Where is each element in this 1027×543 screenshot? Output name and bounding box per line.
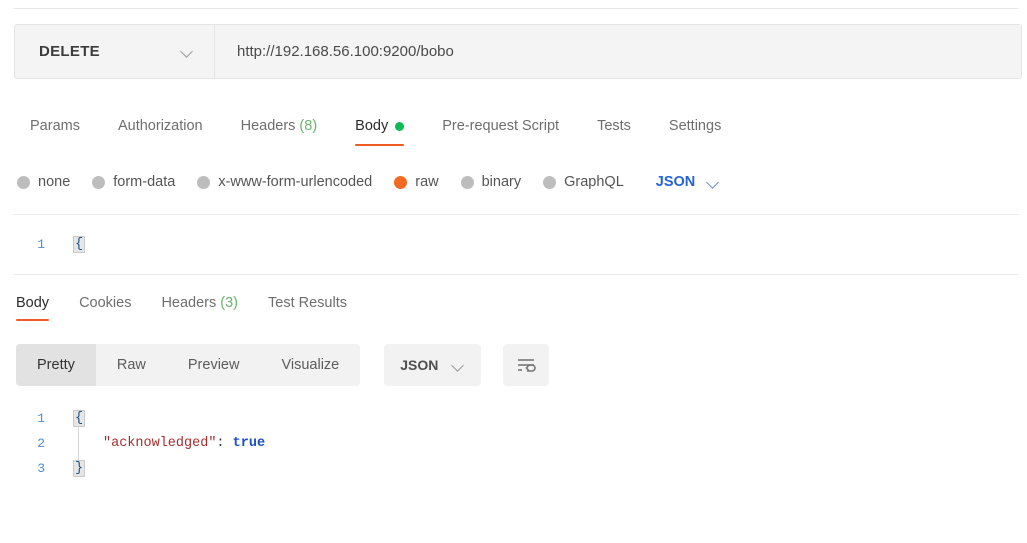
response-tab-body-label: Body bbox=[16, 295, 50, 311]
radio-icon bbox=[92, 175, 106, 189]
line-number: 2 bbox=[37, 436, 45, 451]
tab-authorization-label: Authorization bbox=[117, 118, 203, 134]
tab-headers[interactable]: Headers (8) bbox=[241, 104, 318, 148]
body-type-raw[interactable]: raw bbox=[394, 174, 439, 190]
view-mode-pretty[interactable]: Pretty bbox=[16, 344, 96, 386]
http-method-label: DELETE bbox=[39, 43, 100, 60]
tab-params[interactable]: Params bbox=[30, 104, 80, 148]
response-tab-test-results-label: Test Results bbox=[268, 295, 347, 311]
response-tab-headers[interactable]: Headers (3) bbox=[161, 283, 238, 323]
tab-authorization[interactable]: Authorization bbox=[118, 104, 203, 148]
request-tabs: Params Authorization Headers (8) Body Pr… bbox=[0, 104, 1027, 148]
word-wrap-icon bbox=[518, 359, 537, 372]
response-tab-body[interactable]: Body bbox=[16, 283, 50, 323]
view-mode-visualize-label: Visualize bbox=[281, 357, 340, 373]
tab-headers-label: Headers bbox=[240, 118, 296, 134]
response-body-viewer[interactable]: 1 { 2 "acknowledged": true 3 } bbox=[13, 406, 1019, 481]
view-mode-raw[interactable]: Raw bbox=[96, 344, 167, 386]
chevron-down-icon bbox=[452, 359, 465, 372]
request-url-bar: DELETE http://192.168.56.100:9200/bobo bbox=[14, 24, 1022, 79]
tab-settings-label: Settings bbox=[668, 118, 722, 134]
response-tab-cookies-label: Cookies bbox=[79, 295, 132, 311]
tab-params-label: Params bbox=[30, 118, 80, 134]
request-body-editor[interactable]: 1 { bbox=[13, 228, 1019, 260]
response-tab-headers-label: Headers bbox=[161, 295, 217, 311]
word-wrap-toggle[interactable] bbox=[503, 344, 550, 386]
body-type-none-label: none bbox=[38, 174, 71, 190]
body-type-form-data-label: form-data bbox=[113, 174, 176, 190]
view-mode-visualize[interactable]: Visualize bbox=[260, 344, 360, 386]
body-type-graphql-label: GraphQL bbox=[564, 174, 624, 190]
view-mode-raw-label: Raw bbox=[116, 357, 146, 373]
active-tab-underline bbox=[16, 318, 50, 321]
editor-top-divider bbox=[13, 214, 1019, 215]
response-tabs: Body Cookies Headers (3) Test Results bbox=[0, 283, 1027, 323]
body-type-graphql[interactable]: GraphQL bbox=[543, 174, 624, 190]
chevron-down-icon bbox=[181, 45, 194, 58]
tab-settings[interactable]: Settings bbox=[669, 104, 721, 148]
tab-headers-count: (8) bbox=[299, 118, 318, 134]
http-method-select[interactable]: DELETE bbox=[15, 25, 215, 78]
request-open-brace: { bbox=[73, 235, 86, 253]
body-type-binary[interactable]: binary bbox=[460, 174, 522, 190]
response-toolbar: Pretty Raw Preview Visualize JSON bbox=[16, 344, 550, 386]
response-code-line: 2 "acknowledged": true bbox=[13, 431, 1019, 456]
tab-body-label: Body bbox=[355, 118, 389, 134]
response-view-mode-group: Pretty Raw Preview Visualize bbox=[16, 344, 361, 386]
url-text: http://192.168.56.100:9200/bobo bbox=[237, 43, 454, 60]
response-tab-cookies[interactable]: Cookies bbox=[79, 283, 131, 323]
json-value: true bbox=[232, 436, 266, 451]
json-colon: : bbox=[216, 436, 225, 451]
raw-format-select[interactable]: JSON bbox=[656, 174, 721, 190]
tab-pre-request-script-label: Pre-request Script bbox=[442, 118, 560, 134]
view-mode-preview[interactable]: Preview bbox=[167, 344, 261, 386]
radio-icon bbox=[17, 175, 30, 189]
line-number: 3 bbox=[37, 461, 45, 476]
view-mode-pretty-label: Pretty bbox=[37, 357, 75, 373]
response-code-line: 1 { bbox=[13, 406, 1019, 431]
body-type-options: none form-data x-www-form-urlencoded raw… bbox=[0, 166, 1027, 198]
radio-icon bbox=[197, 175, 211, 189]
response-format-label: JSON bbox=[400, 357, 439, 373]
body-type-raw-label: raw bbox=[415, 174, 439, 190]
view-mode-preview-label: Preview bbox=[187, 357, 240, 373]
active-tab-underline bbox=[355, 143, 405, 146]
line-number: 1 bbox=[37, 411, 45, 426]
tab-tests[interactable]: Tests bbox=[597, 104, 631, 148]
response-tab-headers-count: (3) bbox=[220, 295, 238, 311]
radio-icon bbox=[460, 175, 474, 189]
response-tab-test-results[interactable]: Test Results bbox=[268, 283, 347, 323]
response-format-select[interactable]: JSON bbox=[384, 344, 482, 386]
editor-bottom-divider bbox=[13, 274, 1019, 275]
body-type-urlencoded-label: x-www-form-urlencoded bbox=[218, 174, 373, 190]
top-divider bbox=[13, 8, 1019, 9]
line-number: 1 bbox=[37, 236, 45, 252]
chevron-down-icon bbox=[707, 176, 720, 189]
response-open-brace: { bbox=[73, 410, 86, 427]
body-type-urlencoded[interactable]: x-www-form-urlencoded bbox=[197, 174, 372, 190]
response-close-brace: } bbox=[73, 460, 86, 477]
body-type-none[interactable]: none bbox=[17, 174, 70, 190]
tab-tests-label: Tests bbox=[597, 118, 631, 134]
url-input[interactable]: http://192.168.56.100:9200/bobo bbox=[215, 25, 1021, 78]
radio-icon bbox=[543, 175, 557, 189]
body-modified-dot-icon bbox=[395, 121, 405, 131]
body-type-form-data[interactable]: form-data bbox=[92, 174, 175, 190]
request-code-line: { bbox=[55, 235, 86, 253]
tab-body[interactable]: Body bbox=[355, 104, 405, 148]
json-key: "acknowledged" bbox=[103, 436, 217, 451]
tab-pre-request-script[interactable]: Pre-request Script bbox=[442, 104, 559, 148]
body-type-binary-label: binary bbox=[481, 174, 522, 190]
radio-selected-icon bbox=[394, 175, 408, 189]
raw-format-label: JSON bbox=[655, 174, 696, 190]
response-code-line: 3 } bbox=[13, 456, 1019, 481]
